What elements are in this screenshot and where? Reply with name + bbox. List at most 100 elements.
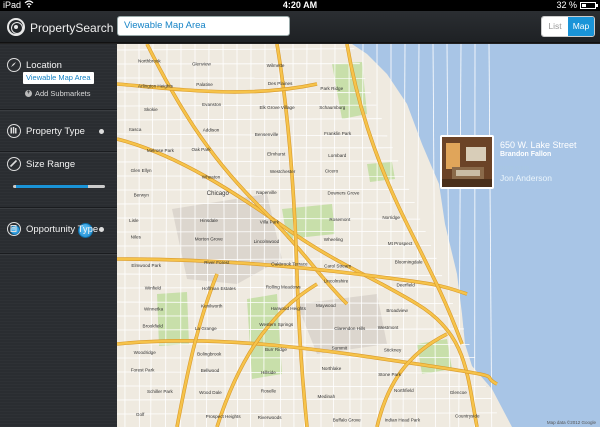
map-place-label: Arlington Heights [138, 84, 174, 89]
street [236, 44, 238, 427]
map-place-label: Buffalo Grove [333, 418, 361, 423]
map-place-label: Berwyn [134, 192, 150, 197]
map-place-label: Westmont [378, 325, 399, 330]
size-range-title: Size Range [26, 159, 76, 170]
street [117, 385, 486, 388]
map-place-label: Lombard [328, 153, 347, 158]
street [117, 160, 399, 163]
map-place-label: Broadview [386, 308, 408, 313]
map-place-label: Morton Grove [195, 236, 224, 241]
location-chip[interactable]: Viewable Map Area [23, 72, 94, 84]
map-place-label: Winnetka [144, 306, 164, 311]
agent-name[interactable]: Jon Anderson [500, 173, 552, 183]
map-place-label: Skokie [144, 107, 158, 112]
map-place-label: Park Ridge [320, 86, 343, 91]
map-place-label: Northlake [322, 366, 342, 371]
map-place-label: Bloomingdale [395, 259, 423, 264]
map-place-label: Bellwood [201, 368, 220, 373]
search-input[interactable]: Viewable Map Area [117, 16, 290, 36]
map-place-label: Cicero [325, 168, 339, 173]
map-place-label: Deerfield [396, 282, 415, 287]
map-place-label: Prospect Heights [206, 414, 242, 419]
app-title: PropertySearch [30, 21, 114, 35]
map-place-label: Medinah [318, 394, 336, 399]
map-place-label: Norridge [382, 215, 400, 220]
battery-fill [582, 4, 586, 7]
map-place-label: Stone Park [378, 372, 401, 377]
map-place-label: Stickney [384, 347, 402, 352]
map-place-label: Glen Ellyn [131, 168, 152, 173]
map-place-label: Harwood Heights [271, 306, 307, 311]
map-copyright: Map data ©2012 Google [546, 420, 596, 425]
map-place-label: Downers Grove [327, 191, 359, 196]
filter-sidebar: Location Viewable Map Area + Add Submark… [0, 44, 117, 427]
chevron-right-icon [99, 227, 104, 232]
map-place-label: Clarendon Hills [334, 326, 366, 331]
location-title: Location [26, 60, 62, 71]
map-view-button[interactable]: Map [568, 17, 594, 36]
park-area [282, 204, 335, 239]
street [250, 44, 252, 427]
plus-icon: + [25, 90, 32, 97]
map-place-label: Elk Grove Village [259, 105, 295, 110]
agent-role: RENT YOUR [500, 166, 530, 172]
opportunity-type-row[interactable]: Opportunity Type [0, 208, 117, 253]
property-type-row[interactable]: Property Type [0, 110, 117, 151]
slider-selected-range [16, 185, 88, 188]
map-place-label: Riverwoods [258, 415, 283, 420]
add-submarkets-link[interactable]: + Add Submarkets [25, 89, 90, 98]
map-place-label: Bolingbrook [197, 351, 222, 356]
opportunity-type-title: Opportunity Type [26, 224, 99, 235]
lake-michigan [352, 44, 600, 427]
street [117, 245, 432, 247]
battery-percent: 32 % [556, 0, 577, 10]
ruler-icon [7, 157, 21, 171]
map-place-label: Hoffman Estates [202, 286, 237, 291]
map-place-label: Evanston [202, 102, 222, 107]
map-place-label: Villa Park [260, 219, 280, 224]
map-place-label: River Forest [204, 260, 230, 265]
map-place-label: Northfield [394, 388, 414, 393]
map-place-label: Melrose Park [147, 148, 175, 153]
divider [0, 151, 117, 152]
building-icon [7, 124, 21, 138]
map-place-label: Lincolnwood [254, 239, 280, 244]
property-address: 650 W. Lake Street [500, 140, 577, 150]
map-place-label: Rosemont [329, 217, 351, 222]
map-place-label: Forest Park [131, 367, 155, 372]
map-place-label: Westchester [270, 169, 296, 174]
map-place-label: Roselle [261, 388, 277, 393]
map-place-label: Carol Stream [324, 264, 351, 269]
divider [0, 253, 117, 254]
map-place-label: Winfield [145, 285, 162, 290]
chevron-right-icon [99, 129, 104, 134]
map-place-label: Northbrook [138, 59, 161, 64]
map-place-label: Indian Head Park [385, 418, 421, 423]
map-place-label: Mt Prospect [388, 241, 413, 246]
map-place-label: Elmwood Park [131, 263, 161, 268]
map-place-label: Rolling Meadows [266, 285, 302, 290]
list-view-button[interactable]: List [542, 17, 568, 36]
map-place-label: Itasca [129, 127, 142, 132]
map-place-label: Brookfield [143, 323, 164, 328]
size-range-slider[interactable] [13, 185, 105, 188]
app-logo-icon [7, 18, 25, 36]
map-place-label: Oak Park [191, 147, 211, 152]
map-place-label: Wheeling [324, 237, 344, 242]
map-place-label: Des Plaines [268, 81, 293, 86]
battery-icon [580, 2, 598, 9]
map-view[interactable]: Northbrook Glenview Wilmette Arlington Heig… [117, 44, 600, 427]
map-canvas[interactable]: Northbrook Glenview Wilmette Arlington Heig… [117, 44, 600, 427]
map-place-label: Wood Dale [199, 390, 222, 395]
map-place-label: Lincolnshire [324, 279, 349, 284]
map-place-label: Golf [136, 412, 145, 417]
map-place-label: Schiller Park [147, 389, 173, 394]
map-place-label: Wilmette [267, 63, 285, 68]
map-place-label: Niles [131, 235, 142, 240]
document-icon [7, 222, 21, 236]
property-popup[interactable]: 650 W. Lake Street Brandon Fallon RENT Y… [440, 135, 598, 189]
map-place-label: Burr Ridge [265, 347, 287, 352]
map-place-label: Glencoe [450, 390, 468, 395]
property-photo[interactable] [440, 135, 494, 189]
add-submarkets-label: Add Submarkets [35, 89, 91, 98]
